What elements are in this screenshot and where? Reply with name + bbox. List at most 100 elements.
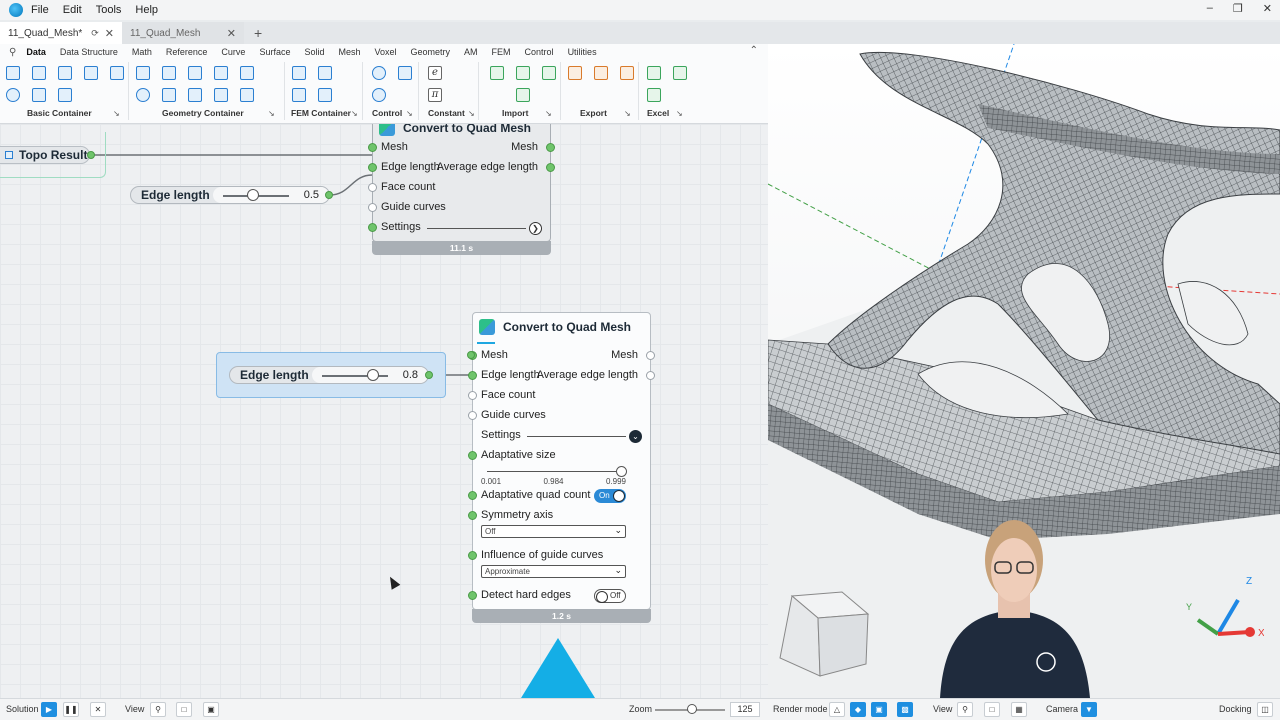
add-tab-icon[interactable]: + xyxy=(254,25,262,41)
vector-icon[interactable] xyxy=(32,88,46,102)
ribbon-tab-voxel[interactable]: Voxel xyxy=(375,47,397,57)
face-count-input-port[interactable] xyxy=(468,391,477,400)
adaptive-quad-count-port[interactable] xyxy=(468,491,477,500)
avg-edge-length-output-port[interactable] xyxy=(546,163,555,172)
group-expand-icon[interactable]: ↘ xyxy=(268,109,275,118)
tab-11-quad-mesh[interactable]: 11_Quad_Mesh ✕ xyxy=(122,22,244,44)
slider-knob[interactable] xyxy=(616,466,627,477)
point-container-icon[interactable] xyxy=(136,88,150,102)
toggle-control-icon[interactable] xyxy=(372,66,386,80)
close-tab-icon[interactable]: ✕ xyxy=(105,27,114,40)
ribbon-tab-data-structure[interactable]: Data Structure xyxy=(60,47,118,57)
ribbon-tab-geometry[interactable]: Geometry xyxy=(411,47,451,57)
search-icon[interactable]: ⚲ xyxy=(9,47,16,58)
export-mesh-icon[interactable] xyxy=(620,66,634,80)
docking-layout-icon[interactable]: ◫ xyxy=(1257,702,1273,717)
mesh-output-port[interactable] xyxy=(646,351,655,360)
zoom-value-input[interactable]: 125 xyxy=(730,702,760,717)
render-wireframe-icon[interactable]: △ xyxy=(829,702,845,717)
group-expand-icon[interactable]: ↘ xyxy=(406,109,413,118)
import-file-icon[interactable] xyxy=(490,66,504,80)
matrix-icon[interactable] xyxy=(58,88,72,102)
zoom-selection-icon[interactable]: □ xyxy=(176,702,192,717)
point-icon[interactable] xyxy=(6,88,20,102)
group-expand-icon[interactable]: ↘ xyxy=(676,109,683,118)
ribbon-tab-data[interactable]: Data xyxy=(26,47,46,57)
face-count-input-port[interactable] xyxy=(368,183,377,192)
group-expand-icon[interactable]: ↘ xyxy=(351,109,358,118)
slider-knob[interactable] xyxy=(246,189,259,201)
menu-edit[interactable]: Edit xyxy=(63,4,82,16)
mesh-input-port-dragging[interactable] xyxy=(467,351,475,359)
guide-influence-select[interactable]: Approximate ⌄ xyxy=(481,565,626,578)
group-expand-icon[interactable]: ↘ xyxy=(545,109,552,118)
viewport-grid-icon[interactable]: ▦ xyxy=(1011,702,1027,717)
settings-input-port[interactable] xyxy=(368,223,377,232)
edge-length-slider-1[interactable]: Edge length 0.5 xyxy=(130,186,330,204)
render-shaded-icon[interactable]: ◆ xyxy=(850,702,866,717)
guide-influence-port[interactable] xyxy=(468,551,477,560)
line-container-icon[interactable] xyxy=(162,88,176,102)
list-icon[interactable] xyxy=(58,66,72,80)
fem-support-icon[interactable] xyxy=(292,88,306,102)
slider-output-port[interactable] xyxy=(325,191,333,199)
polyline-container-icon[interactable] xyxy=(162,66,176,80)
number-input-icon[interactable] xyxy=(398,66,412,80)
render-mesh-icon[interactable]: ▩ xyxy=(897,702,913,717)
topo-output-port[interactable] xyxy=(87,151,95,159)
mesh-output-port[interactable] xyxy=(546,143,555,152)
ribbon-tab-mesh[interactable]: Mesh xyxy=(338,47,360,57)
edge-length-input-port[interactable] xyxy=(368,163,377,172)
export-file-icon[interactable] xyxy=(568,66,582,80)
group-expand-icon[interactable]: ↘ xyxy=(624,109,631,118)
detect-hard-edges-port[interactable] xyxy=(468,591,477,600)
symmetry-axis-select[interactable]: Off ⌄ xyxy=(481,525,626,538)
detect-hard-edges-toggle[interactable]: Off xyxy=(594,589,626,603)
expand-settings-icon[interactable]: ❯ xyxy=(529,222,542,235)
maximize-icon[interactable]: ❐ xyxy=(1233,2,1243,15)
topo-result-node[interactable]: Topo Result xyxy=(0,146,90,164)
fem-load-icon[interactable] xyxy=(318,66,332,80)
euler-constant-icon[interactable]: e xyxy=(428,66,442,80)
menu-help[interactable]: Help xyxy=(135,4,158,16)
ribbon-tab-utilities[interactable]: Utilities xyxy=(568,47,597,57)
minimize-icon[interactable]: – xyxy=(1207,2,1213,15)
box-container-icon[interactable] xyxy=(188,88,202,102)
excel-write-icon[interactable] xyxy=(673,66,687,80)
tab-11-quad-mesh-modified[interactable]: 11_Quad_Mesh* ⟳ ✕ xyxy=(0,22,122,44)
import-geometry-icon[interactable] xyxy=(516,66,530,80)
node-canvas[interactable]: Topo Result Edge length 0.5 Convert to Q… xyxy=(0,124,768,698)
export-geometry-icon[interactable] xyxy=(594,66,608,80)
panel-icon[interactable] xyxy=(6,66,20,80)
avg-edge-length-output-port[interactable] xyxy=(646,371,655,380)
view-cube[interactable] xyxy=(772,588,872,680)
viewport-zoom-selection-icon[interactable]: □ xyxy=(984,702,1000,717)
ribbon-tab-am[interactable]: AM xyxy=(464,47,478,57)
collapse-settings-icon[interactable]: ⌄ xyxy=(629,430,642,443)
solid-container-icon[interactable] xyxy=(214,66,228,80)
render-shaded-edges-icon[interactable]: ▣ xyxy=(871,702,887,717)
collapse-ribbon-icon[interactable]: ⌃ xyxy=(750,45,758,56)
viewport-zoom-extents-icon[interactable]: ⚲ xyxy=(957,702,973,717)
group-expand-icon[interactable]: ↘ xyxy=(468,109,475,118)
pi-constant-icon[interactable]: π xyxy=(428,88,442,102)
ribbon-tab-surface[interactable]: Surface xyxy=(259,47,290,57)
camera-perspective-icon[interactable]: ▼ xyxy=(1081,702,1097,717)
3d-viewport[interactable]: Z Y X xyxy=(768,44,1280,698)
excel-range-icon[interactable] xyxy=(647,88,661,102)
frame-all-icon[interactable]: ▣ xyxy=(203,702,219,717)
menu-tools[interactable]: Tools xyxy=(96,4,122,16)
slider-control-icon[interactable] xyxy=(372,88,386,102)
import-mesh-icon[interactable] xyxy=(542,66,556,80)
pause-solution-button[interactable]: ❚❚ xyxy=(63,702,79,717)
guide-curves-input-port[interactable] xyxy=(468,411,477,420)
ribbon-tab-solid[interactable]: Solid xyxy=(304,47,324,57)
symmetry-axis-port[interactable] xyxy=(468,511,477,520)
group-expand-icon[interactable]: ↘ xyxy=(113,109,120,118)
table-icon[interactable] xyxy=(110,66,124,80)
excel-read-icon[interactable] xyxy=(647,66,661,80)
ribbon-tab-math[interactable]: Math xyxy=(132,47,152,57)
edge-length-slider-2[interactable]: Edge length 0.8 xyxy=(229,366,429,384)
fem-result-icon[interactable] xyxy=(318,88,332,102)
ribbon-tab-curve[interactable]: Curve xyxy=(221,47,245,57)
